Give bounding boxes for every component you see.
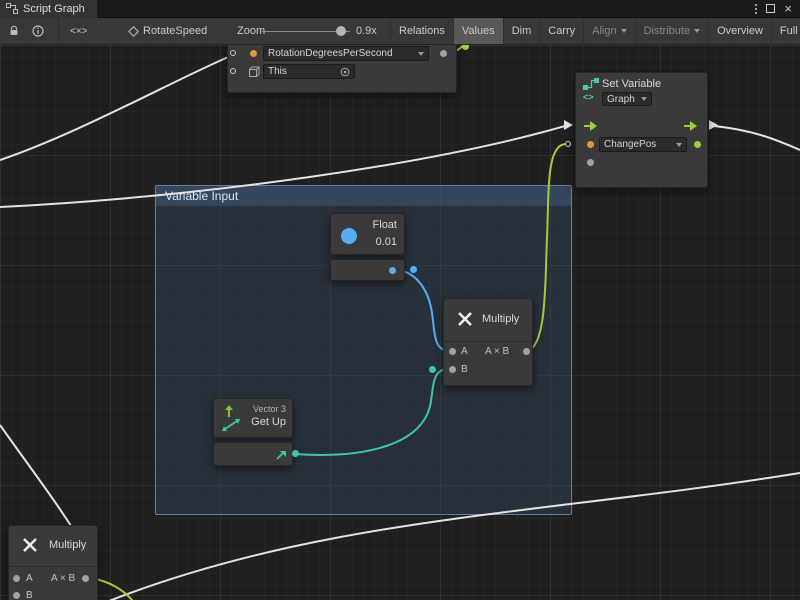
vector-wire-junction-dot[interactable] <box>429 366 436 373</box>
fullscreen-button[interactable]: Full Screen <box>771 18 800 44</box>
close-icon[interactable]: × <box>784 2 792 15</box>
chevron-down-icon <box>676 143 682 147</box>
maximize-icon[interactable] <box>766 4 775 13</box>
chevron-down-icon <box>694 29 700 33</box>
toolbar-divider <box>58 18 59 44</box>
window-titlebar: Script Graph × <box>0 0 800 18</box>
lock-icon[interactable] <box>8 18 20 44</box>
variable-icon <box>583 78 600 91</box>
flow-wire-left-top[interactable] <box>0 55 233 160</box>
zoom-label: Zoom <box>237 18 265 44</box>
object-picker-icon[interactable] <box>340 67 350 77</box>
gameobject-cube-icon <box>248 66 260 78</box>
port-a-label: A <box>461 347 468 357</box>
node-title: Multiply <box>482 313 519 325</box>
variable-name-dropdown[interactable]: ChangePos <box>599 137 687 152</box>
float-wire-junction-dot[interactable] <box>410 266 417 273</box>
info-icon[interactable] <box>32 18 44 44</box>
multiply-node-2[interactable]: Multiply A A × B B <box>8 525 98 600</box>
flow-wire-out-of-set-variable[interactable] <box>714 126 800 150</box>
input-port[interactable] <box>230 50 236 56</box>
port-b[interactable] <box>13 592 20 599</box>
flow-in-port[interactable] <box>583 120 599 132</box>
multiply-node[interactable]: Multiply A A × B B <box>443 298 533 386</box>
graph-asset-icon <box>128 18 139 44</box>
port-out[interactable] <box>82 575 89 582</box>
port-b[interactable] <box>449 366 456 373</box>
scope-dropdown[interactable]: Graph <box>602 92 652 106</box>
node-type-label: Vector 3 <box>253 404 286 414</box>
get-up-node[interactable]: Vector 3 Get Up <box>213 398 293 438</box>
float-value-field[interactable]: 0.01 <box>376 236 397 248</box>
get-up-node-ports[interactable] <box>213 442 293 466</box>
flow-out-port[interactable] <box>683 120 699 132</box>
node-title: Multiply <box>49 539 86 551</box>
flow-arrowhead-in <box>564 120 573 130</box>
port-out-label: A × B <box>51 574 75 584</box>
variable-name-port[interactable] <box>250 50 257 57</box>
menu-icon[interactable] <box>755 4 757 14</box>
output-port[interactable] <box>440 50 447 57</box>
flow-wire-bottom[interactable] <box>104 473 800 600</box>
multiply-icon <box>21 536 39 554</box>
float-type-icon <box>341 228 357 244</box>
port-a-label: A <box>26 574 33 584</box>
overview-button[interactable]: Overview <box>708 18 771 44</box>
node-divider <box>444 341 532 342</box>
target-object-field[interactable]: This <box>263 64 355 79</box>
vector-output-wire-dot[interactable] <box>292 450 299 457</box>
float-node[interactable]: Float 0.01 <box>330 213 405 255</box>
node-divider <box>9 566 97 567</box>
port-a[interactable] <box>449 348 456 355</box>
zoom-slider-handle[interactable] <box>336 26 346 36</box>
graph-toolbar: <×> RotateSpeed Zoom 0.9x Relations Valu… <box>0 18 800 45</box>
ports-icon[interactable]: <×> <box>70 18 88 44</box>
dim-button[interactable]: Dim <box>503 18 540 44</box>
port-b-label: B <box>461 365 468 375</box>
relations-button[interactable]: Relations <box>390 18 453 44</box>
get-variable-node[interactable]: RotationDegreesPerSecond This <box>227 45 457 93</box>
port-b-label: B <box>26 591 33 600</box>
vector-wire-to-multiply-b[interactable] <box>295 369 450 455</box>
variable-name-dropdown[interactable]: RotationDegreesPerSecond <box>263 46 429 61</box>
node-title: Float <box>373 219 397 231</box>
graph-canvas[interactable]: Variable Input RotationDegreesPerSecond <box>0 45 800 600</box>
multiply-icon <box>456 310 474 328</box>
value-output-port[interactable] <box>694 141 701 148</box>
float-node-ports[interactable] <box>330 259 405 281</box>
flow-arrowhead-out <box>709 120 718 130</box>
toolbar-buttons: Relations Values Dim Carry Align Distrib… <box>390 18 800 44</box>
value-input-port[interactable] <box>565 141 571 147</box>
port-out-label: A × B <box>485 347 509 357</box>
chevron-down-icon <box>621 29 627 33</box>
float-wire-to-multiply-a[interactable] <box>394 270 450 351</box>
variable-name-port[interactable] <box>587 141 594 148</box>
window-title: Script Graph <box>23 3 85 15</box>
node-title: Set Variable <box>602 78 661 90</box>
flow-wire-into-set-variable[interactable] <box>0 126 565 207</box>
graph-name-breadcrumb[interactable]: RotateSpeed <box>143 18 207 44</box>
chevron-down-icon <box>641 97 647 101</box>
script-graph-tab[interactable]: Script Graph <box>0 0 97 18</box>
chevron-down-icon <box>418 52 424 56</box>
node-title: Get Up <box>251 416 286 428</box>
value-wire-multiply-to-set-variable[interactable] <box>528 144 566 351</box>
set-variable-node[interactable]: <> Set Variable Graph ChangePos <box>575 72 708 188</box>
port-out[interactable] <box>523 348 530 355</box>
port-a[interactable] <box>13 575 20 582</box>
extra-port[interactable] <box>587 159 594 166</box>
values-button[interactable]: Values <box>453 18 503 44</box>
float-output-port[interactable] <box>389 267 396 274</box>
vector-output-port[interactable] <box>274 448 288 462</box>
target-port[interactable] <box>230 68 236 74</box>
distribute-button[interactable]: Distribute <box>635 18 708 44</box>
script-graph-icon <box>6 3 18 14</box>
vector3-icon <box>221 404 243 432</box>
code-icon: <> <box>583 92 594 102</box>
align-button[interactable]: Align <box>583 18 634 44</box>
carry-button[interactable]: Carry <box>539 18 583 44</box>
zoom-value: 0.9x <box>356 18 377 44</box>
